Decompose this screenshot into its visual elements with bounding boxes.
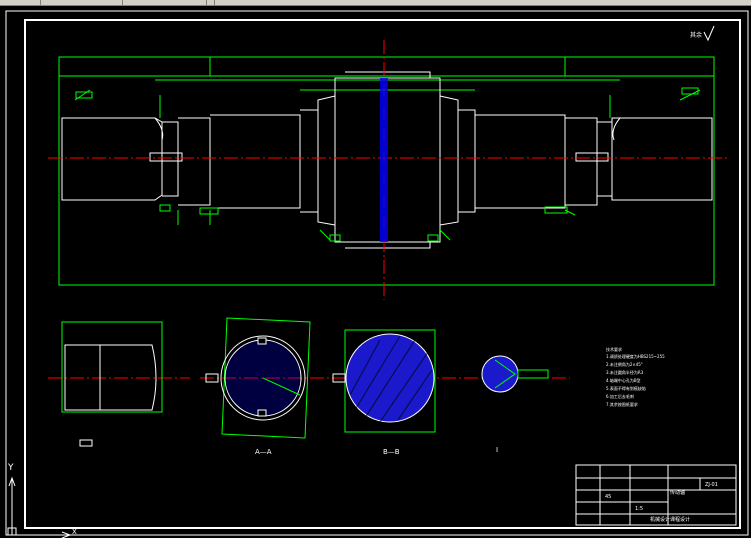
note-item: 4.轴端中心孔为B型 xyxy=(606,377,641,383)
note-item: 3.未注圆角半径为R3 xyxy=(606,369,644,375)
note-item: 6.加工后去毛刺 xyxy=(606,393,634,399)
note-item: 2.未注倒角为2×45° xyxy=(606,361,643,367)
title-block-material: 45 xyxy=(605,494,611,500)
left-keyway xyxy=(149,152,183,162)
title-block-name: 传动轴 xyxy=(670,489,685,496)
scale-tag xyxy=(79,439,93,447)
title-block-drawing-no: ZJ-01 xyxy=(705,482,718,488)
note-item: 1.调质处理硬度为HBS215~255 xyxy=(606,353,665,359)
ucs-x-label: X xyxy=(72,528,77,536)
roughness-symbol: 其余 xyxy=(690,25,715,42)
technical-notes: 技术要求 1.调质处理硬度为HBS215~255 2.未注倒角为2×45° 3.… xyxy=(606,346,665,407)
section-view-a: A—A xyxy=(205,317,311,456)
title-block-scale: 1:5 xyxy=(635,506,643,512)
notes-title: 技术要求 xyxy=(606,346,622,352)
section-view-b: B—B xyxy=(332,329,436,456)
section-label-a: A—A xyxy=(255,448,272,456)
gear-section-hatch xyxy=(380,78,388,242)
note-item: 5.表面不得有划痕缺陷 xyxy=(606,385,646,391)
right-keyway xyxy=(575,152,609,162)
detail-view-left xyxy=(61,321,163,447)
section-label-b: B—B xyxy=(383,448,400,456)
detail-label: Ⅰ xyxy=(496,446,498,454)
detail-view-i: Ⅰ xyxy=(481,355,549,454)
title-block-school: 机械设计课程设计 xyxy=(650,516,690,523)
drawing-canvas[interactable]: 其余 A—A B—B Ⅰ 技术要求 1.调质处理硬度为HBS215~255 2.… xyxy=(0,5,751,538)
title-block xyxy=(575,464,737,526)
note-item: 7.其余按图纸要求 xyxy=(606,401,638,407)
roughness-label: 其余 xyxy=(690,31,702,39)
ucs-y-label: Y xyxy=(7,463,14,473)
